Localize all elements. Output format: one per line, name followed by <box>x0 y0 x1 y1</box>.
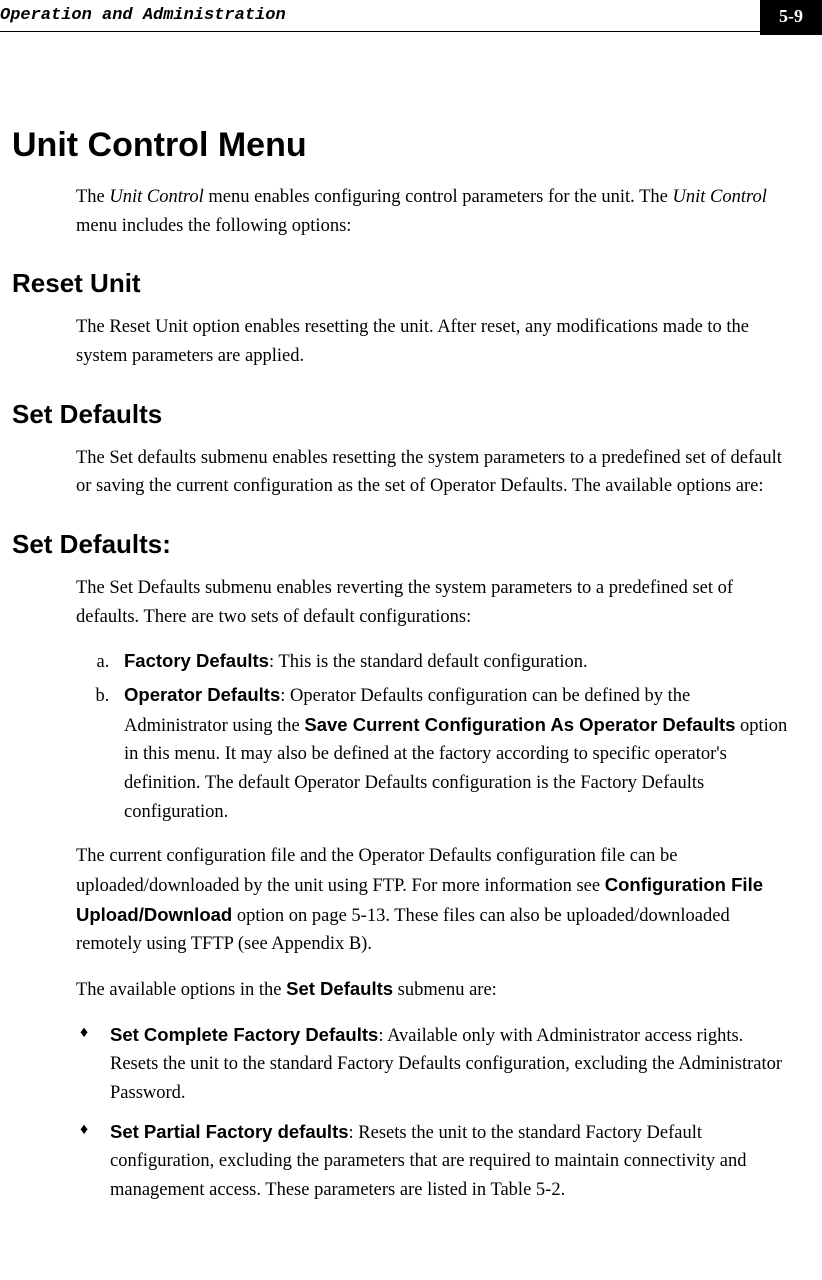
italic-text: Unit Control <box>109 187 203 207</box>
list-item: Set Complete Factory Defaults: Available… <box>76 1021 792 1108</box>
bold-label: Set Complete Factory Defaults <box>110 1024 378 1045</box>
options-bullet-list: Set Complete Factory Defaults: Available… <box>76 1021 792 1205</box>
text: The current configuration file and the O… <box>76 846 678 896</box>
defaults-list: Factory Defaults: This is the standard d… <box>76 647 792 826</box>
list-item: Set Partial Factory defaults: Resets the… <box>76 1118 792 1205</box>
page-content: Unit Control Menu The Unit Control menu … <box>0 36 822 1205</box>
bold-label: Factory Defaults <box>124 650 269 671</box>
set-defaults-paragraph: The Set defaults submenu enables resetti… <box>76 444 792 501</box>
bold-label: Set Partial Factory defaults <box>110 1121 349 1142</box>
italic-text: Unit Control <box>673 187 767 207</box>
page-number: 5-9 <box>760 0 822 35</box>
heading-reset-unit: Reset Unit <box>12 268 802 299</box>
intro-paragraph: The Unit Control menu enables configurin… <box>76 183 792 240</box>
list-item: Factory Defaults: This is the standard d… <box>114 647 792 677</box>
text: : This is the standard default configura… <box>269 652 588 672</box>
available-options-paragraph: The available options in the Set Default… <box>76 975 792 1005</box>
page-header: Operation and Administration 5-9 <box>0 0 822 35</box>
text: The available options in the <box>76 980 286 1000</box>
text: menu includes the following options: <box>76 216 351 236</box>
set-defaults2-paragraph: The Set Defaults submenu enables reverti… <box>76 574 792 631</box>
header-rule <box>0 31 760 32</box>
page: Operation and Administration 5-9 Unit Co… <box>0 0 822 1280</box>
heading-unit-control-menu: Unit Control Menu <box>12 126 802 165</box>
bold-label: Operator Defaults <box>124 684 280 705</box>
text: The <box>76 187 109 207</box>
current-config-paragraph: The current configuration file and the O… <box>76 842 792 959</box>
text: menu enables configuring control paramet… <box>204 187 673 207</box>
heading-set-defaults-sub: Set Defaults: <box>12 529 802 560</box>
bold-label: Save Current Configuration As Operator D… <box>304 714 735 735</box>
bold-label: Set Defaults <box>286 978 393 999</box>
reset-paragraph: The Reset Unit option enables resetting … <box>76 313 792 370</box>
chapter-title: Operation and Administration <box>0 0 760 35</box>
text: submenu are: <box>393 980 497 1000</box>
heading-set-defaults: Set Defaults <box>12 399 802 430</box>
list-item: Operator Defaults: Operator Defaults con… <box>114 681 792 826</box>
